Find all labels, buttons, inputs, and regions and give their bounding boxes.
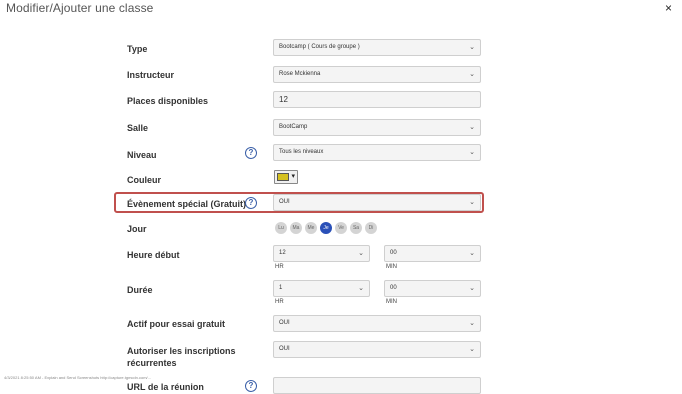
places-input[interactable]: 12 <box>273 91 481 108</box>
jour-label: Jour <box>127 224 147 234</box>
essai-label: Actif pour essai gratuit <box>127 319 226 329</box>
day-di-toggle[interactable]: Di <box>365 222 377 234</box>
places-label: Places disponibles <box>127 96 209 106</box>
evenement-select-value: OUI <box>279 199 290 205</box>
day-sa-toggle[interactable]: Sa <box>350 222 362 234</box>
screenshot-caption: 4/3/2021 8:25:50 AM - Explain and Send S… <box>4 375 151 380</box>
type-select-value: Bootcamp ( Cours de groupe ) <box>279 44 360 50</box>
chevron-down-icon: ⌄ <box>469 285 475 292</box>
instructeur-select[interactable]: Rose Mckienna ⌄ <box>273 66 481 83</box>
heure-debut-hour-value: 12 <box>279 250 286 256</box>
help-icon[interactable]: ? <box>245 197 257 209</box>
hour-unit-label: HR <box>275 299 284 305</box>
type-select[interactable]: Bootcamp ( Cours de groupe ) ⌄ <box>273 39 481 56</box>
heure-debut-label: Heure début <box>127 250 180 260</box>
url-input[interactable] <box>273 377 481 394</box>
modal-title: Modifier/Ajouter une classe <box>6 1 154 15</box>
type-label: Type <box>127 44 148 54</box>
chevron-down-icon: ⌄ <box>469 44 475 51</box>
essai-select[interactable]: OUI ⌄ <box>273 315 481 332</box>
essai-select-value: OUI <box>279 320 290 326</box>
chevron-down-icon: ⌄ <box>469 124 475 131</box>
duree-hour-select[interactable]: 1 ⌄ <box>273 280 370 297</box>
recurrentes-select[interactable]: OUI ⌄ <box>273 341 481 358</box>
color-swatch <box>277 173 289 181</box>
evenement-select[interactable]: OUI ⌄ <box>273 194 481 211</box>
minute-unit-label: MIN <box>386 299 397 305</box>
salle-label: Salle <box>127 123 149 133</box>
instructeur-label: Instructeur <box>127 70 175 80</box>
day-lu-toggle[interactable]: Lu <box>275 222 287 234</box>
help-icon[interactable]: ? <box>245 147 257 159</box>
modal-header: Modifier/Ajouter une classe × <box>0 0 682 18</box>
evenement-label: Évènement spécial (Gratuit) <box>127 199 247 209</box>
recurrentes-select-value: OUI <box>279 346 290 352</box>
hour-unit-label: HR <box>275 264 284 270</box>
caret-down-icon: ▾ <box>291 173 295 180</box>
niveau-label: Niveau <box>127 150 157 160</box>
close-icon[interactable]: × <box>665 1 672 15</box>
salle-select-value: BootCamp <box>279 124 308 130</box>
heure-debut-hour-select[interactable]: 12 ⌄ <box>273 245 370 262</box>
chevron-down-icon: ⌄ <box>469 320 475 327</box>
chevron-down-icon: ⌄ <box>469 149 475 156</box>
duree-minute-value: 00 <box>390 285 397 291</box>
duree-hour-value: 1 <box>279 285 283 291</box>
color-picker-button[interactable]: ▾ <box>274 170 298 184</box>
duree-label: Durée <box>127 285 153 295</box>
niveau-select-value: Tous les niveaux <box>279 149 324 155</box>
chevron-down-icon: ⌄ <box>469 199 475 206</box>
duree-minute-select[interactable]: 00 ⌄ <box>384 280 481 297</box>
day-ve-toggle[interactable]: Ve <box>335 222 347 234</box>
minute-unit-label: MIN <box>386 264 397 270</box>
chevron-down-icon: ⌄ <box>358 285 364 292</box>
niveau-select[interactable]: Tous les niveaux ⌄ <box>273 144 481 161</box>
day-me-toggle[interactable]: Me <box>305 222 317 234</box>
heure-debut-minute-value: 00 <box>390 250 397 256</box>
recurrentes-label: Autoriser les inscriptions récurrentes <box>127 346 236 368</box>
salle-select[interactable]: BootCamp ⌄ <box>273 119 481 136</box>
chevron-down-icon: ⌄ <box>358 250 364 257</box>
chevron-down-icon: ⌄ <box>469 250 475 257</box>
day-je-toggle[interactable]: Je <box>320 222 332 234</box>
chevron-down-icon: ⌄ <box>469 346 475 353</box>
chevron-down-icon: ⌄ <box>469 71 475 78</box>
heure-debut-minute-select[interactable]: 00 ⌄ <box>384 245 481 262</box>
help-icon[interactable]: ? <box>245 380 257 392</box>
couleur-label: Couleur <box>127 175 162 185</box>
day-selector: Lu Ma Me Je Ve Sa Di <box>275 222 385 234</box>
day-ma-toggle[interactable]: Ma <box>290 222 302 234</box>
url-label: URL de la réunion <box>127 382 204 392</box>
instructeur-select-value: Rose Mckienna <box>279 71 321 77</box>
